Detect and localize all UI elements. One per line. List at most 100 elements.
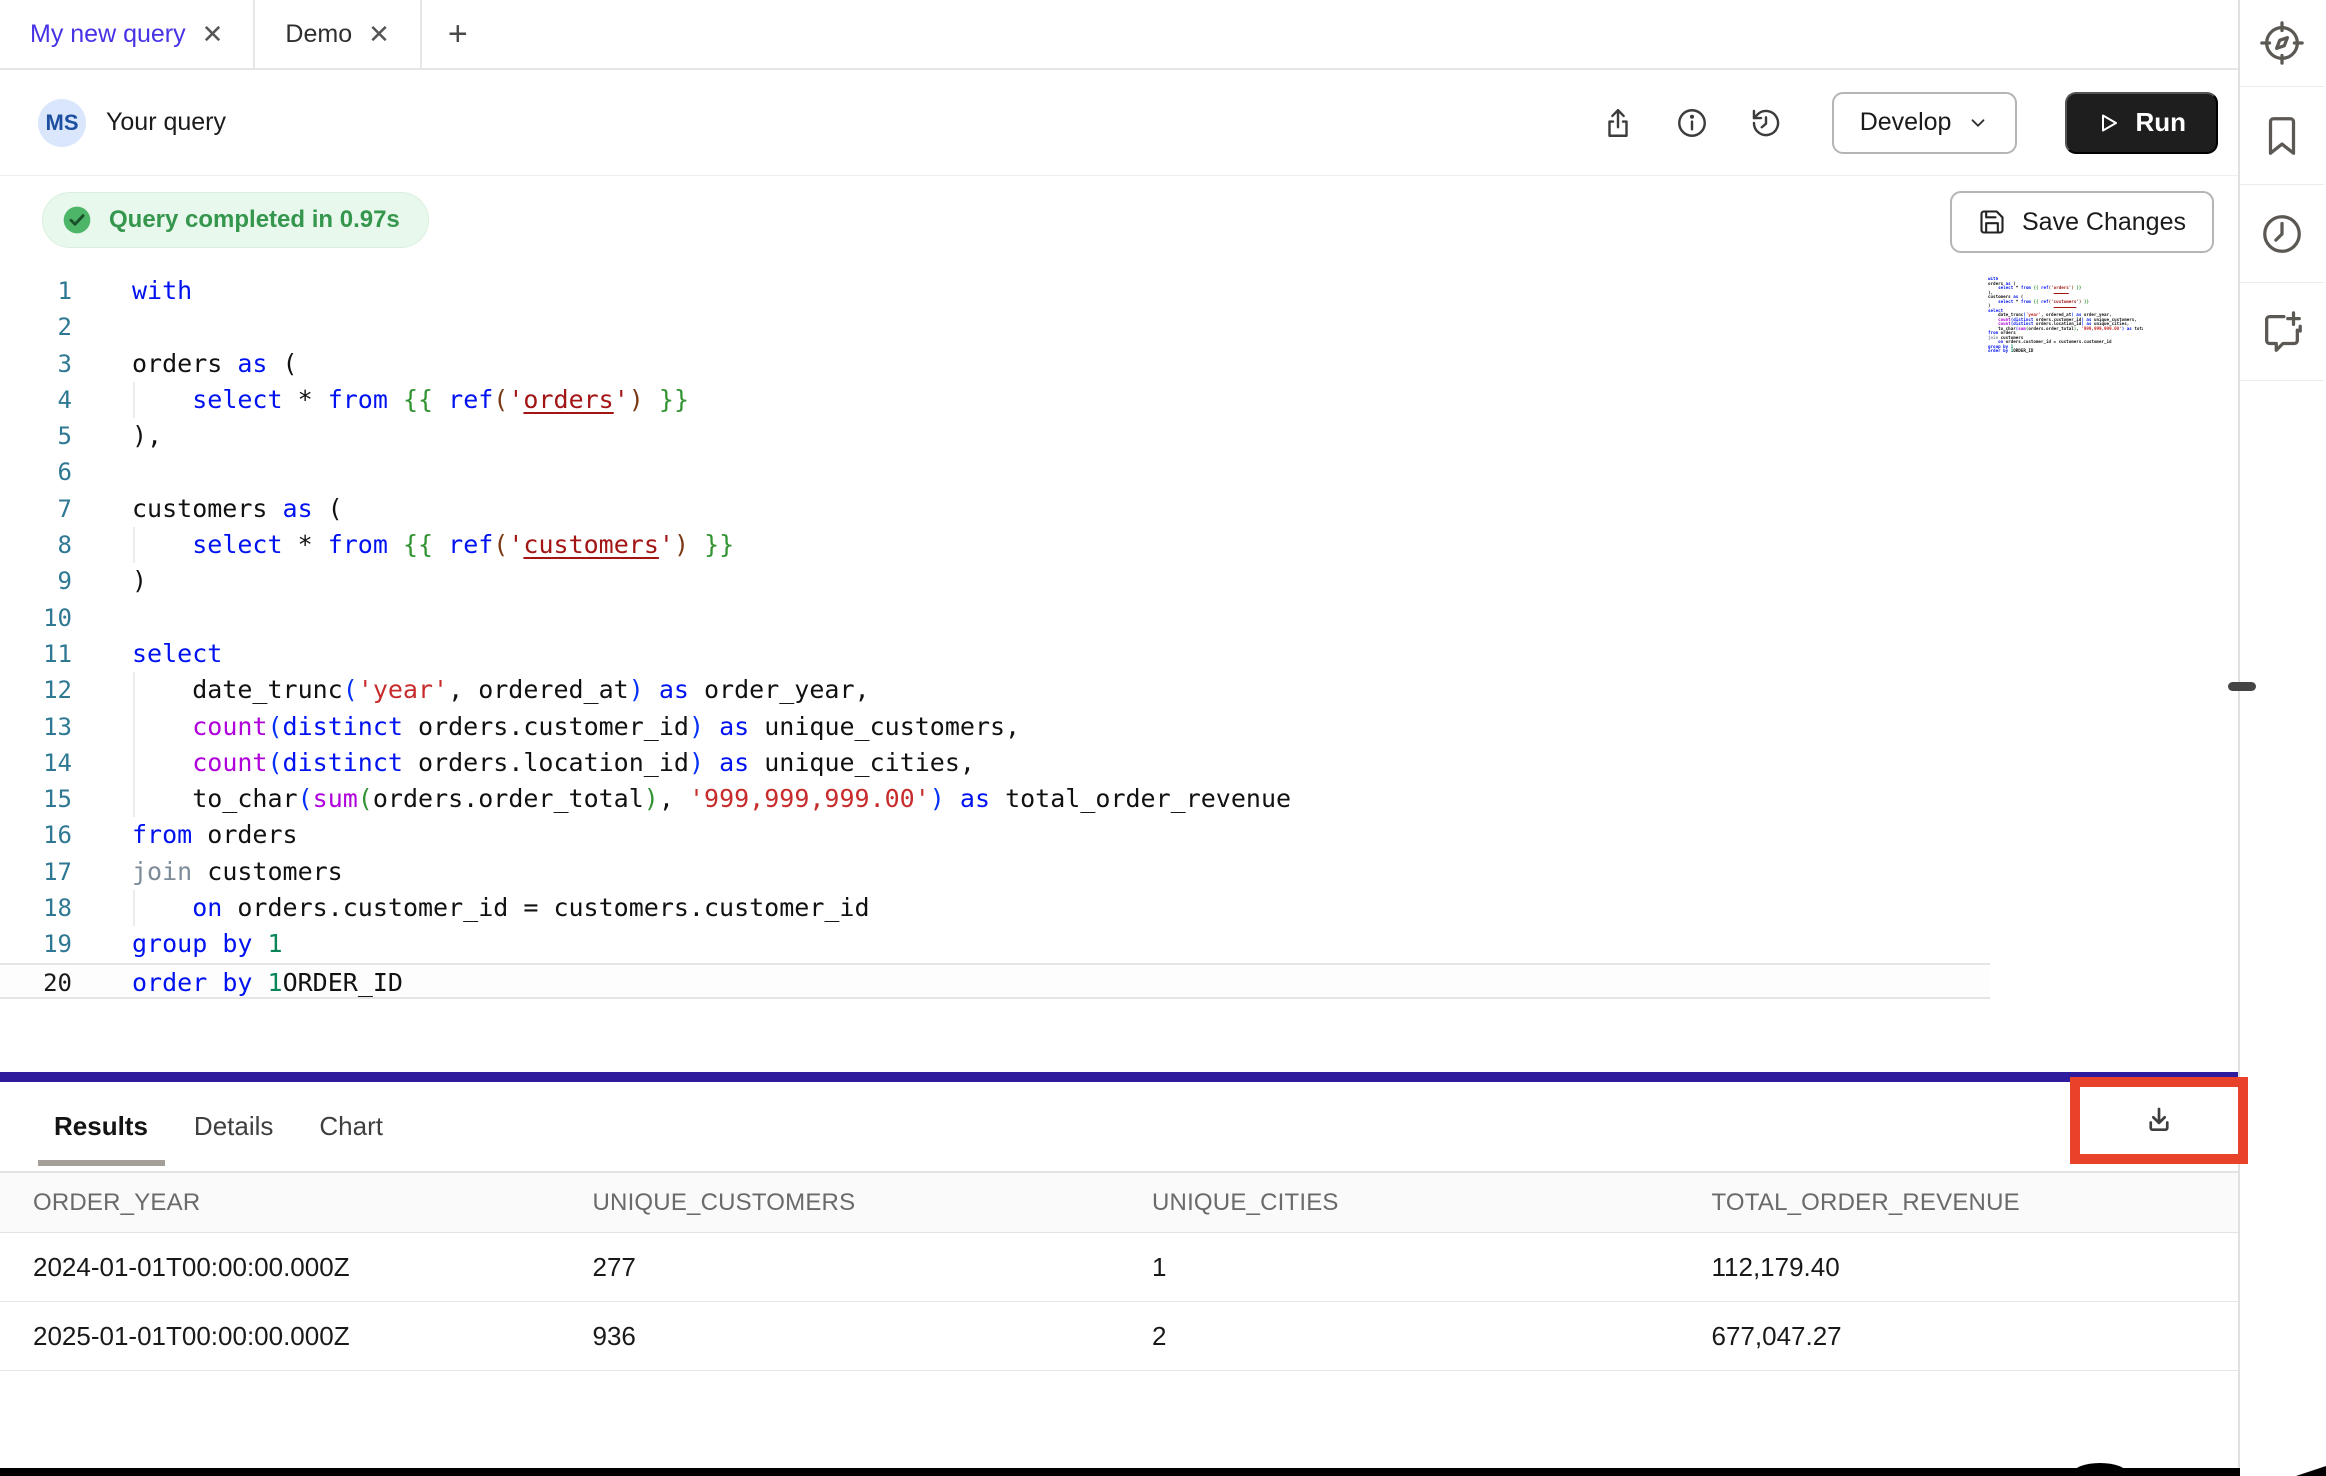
results-tab-bar: Results Details Chart [0, 1082, 2238, 1171]
token: count [192, 712, 267, 741]
run-button[interactable]: Run [2065, 92, 2218, 154]
line-number: 17 [0, 854, 96, 890]
code-text: customers as ( [96, 491, 343, 527]
token [132, 530, 192, 559]
token: ' [508, 530, 523, 559]
indent-guide [133, 527, 135, 563]
status-badge: Query completed in 0.97s [42, 192, 429, 248]
share-icon [1601, 106, 1635, 140]
code-line[interactable]: 20order by 1ORDER_ID [0, 963, 1990, 999]
token: select [192, 530, 282, 559]
code-line[interactable]: 3orders as ( [0, 346, 1990, 382]
tab-chart[interactable]: Chart [319, 1082, 383, 1171]
query-history-button[interactable] [2240, 185, 2324, 283]
code-text: ) [96, 563, 147, 599]
token: }} [704, 530, 734, 559]
code-line[interactable]: 15 to_char(sum(orders.order_total), '999… [0, 781, 1990, 817]
code-line[interactable]: 14 count(distinct orders.location_id) as… [0, 745, 1990, 781]
code-text: group by 1 [96, 926, 283, 962]
code-line[interactable]: 13 count(distinct orders.customer_id) as… [0, 709, 1990, 745]
annotation-highlight-box [2070, 1077, 2248, 1164]
close-icon[interactable]: ✕ [368, 21, 390, 47]
code-line[interactable]: 2 [0, 309, 1990, 345]
ai-assistant-button[interactable] [2240, 283, 2324, 381]
token: customers [523, 530, 658, 559]
info-button[interactable] [1670, 101, 1714, 145]
code-line[interactable]: 10 [0, 600, 1990, 636]
code-line[interactable]: 1with [0, 273, 1990, 309]
token [388, 385, 403, 414]
token [132, 893, 192, 922]
table-cell: 677,047.27 [1679, 1321, 2239, 1352]
minimap[interactable]: withorders as ( select * from {{ ref('or… [1988, 277, 2143, 397]
column-header[interactable]: ORDER_YEAR [0, 1189, 560, 1217]
code-text: to_char(sum(orders.order_total), '999,99… [96, 781, 1291, 817]
token: ) [644, 784, 659, 813]
token: {{ [403, 530, 433, 559]
tab-my-new-query[interactable]: My new query ✕ [0, 0, 255, 68]
results-header-row: ORDER_YEARUNIQUE_CUSTOMERSUNIQUE_CITIEST… [0, 1171, 2238, 1233]
line-number: 2 [0, 309, 96, 345]
column-header[interactable]: UNIQUE_CITIES [1119, 1189, 1679, 1217]
token: ) [132, 566, 147, 595]
code-line[interactable]: 6 [0, 454, 1990, 490]
table-cell: 2024-01-01T00:00:00.000Z [0, 1252, 560, 1283]
develop-dropdown[interactable]: Develop [1832, 92, 2018, 154]
code-line[interactable]: 17join customers [0, 854, 1990, 890]
code-editor[interactable]: 1with23orders as (4 select * from {{ ref… [0, 265, 2238, 1072]
code-text: count(distinct orders.customer_id) as un… [96, 709, 1020, 745]
token: distinct [283, 748, 403, 777]
tab-results[interactable]: Results [54, 1082, 148, 1171]
tab-label: Demo [285, 20, 352, 49]
code-line[interactable]: 12 date_trunc('year', ordered_at) as ord… [0, 672, 1990, 708]
line-number: 8 [0, 527, 96, 563]
minimap-line: order by 1ORDER_ID [1988, 349, 2143, 354]
token: as [960, 784, 990, 813]
token: * [283, 385, 328, 414]
share-button[interactable] [1596, 101, 1640, 145]
download-icon [2141, 1103, 2177, 1139]
line-number: 5 [0, 418, 96, 454]
token: to_char [132, 784, 298, 813]
save-changes-button[interactable]: Save Changes [1950, 191, 2214, 253]
new-tab-button[interactable]: + [422, 0, 494, 68]
indent-guide [133, 781, 135, 817]
table-row[interactable]: 2024-01-01T00:00:00.000Z2771112,179.40 [0, 1233, 2238, 1302]
code-line[interactable]: 8 select * from {{ ref('customers') }} [0, 527, 1990, 563]
token: ( [267, 712, 282, 741]
table-cell: 936 [560, 1321, 1120, 1352]
line-number: 1 [0, 273, 96, 309]
table-cell: 2 [1119, 1321, 1679, 1352]
code-line[interactable]: 7customers as ( [0, 491, 1990, 527]
tab-details[interactable]: Details [194, 1082, 273, 1171]
token: from [132, 820, 192, 849]
token: total_order_revenue [990, 784, 1291, 813]
code-line[interactable]: 4 select * from {{ ref('orders') }} [0, 382, 1990, 418]
history-button[interactable] [1744, 101, 1788, 145]
column-header[interactable]: TOTAL_ORDER_REVENUE [1679, 1189, 2239, 1217]
line-number: 4 [0, 382, 96, 418]
code-line[interactable]: 9) [0, 563, 1990, 599]
panel-divider[interactable] [0, 1072, 2238, 1082]
code-line[interactable]: 18 on orders.customer_id = customers.cus… [0, 890, 1990, 926]
table-row[interactable]: 2025-01-01T00:00:00.000Z9362677,047.27 [0, 1302, 2238, 1371]
bookmarks-button[interactable] [2240, 87, 2324, 185]
download-button[interactable] [2141, 1103, 2177, 1139]
code-line[interactable]: 19group by 1 [0, 926, 1990, 962]
token [132, 385, 192, 414]
code-text: select [96, 636, 222, 672]
token [704, 712, 719, 741]
code-line[interactable]: 5), [0, 418, 1990, 454]
token: ' [614, 385, 629, 414]
explore-button[interactable] [2240, 0, 2324, 87]
code-line[interactable]: 11select [0, 636, 1990, 672]
column-header[interactable]: UNIQUE_CUSTOMERS [560, 1189, 1120, 1217]
close-icon[interactable]: ✕ [202, 21, 224, 47]
code-line[interactable]: 16from orders [0, 817, 1990, 853]
tab-demo[interactable]: Demo ✕ [255, 0, 421, 68]
scrollbar-handle[interactable] [2228, 682, 2256, 691]
status-row: Query completed in 0.97s Save Changes [0, 176, 2238, 265]
token: group [132, 929, 207, 958]
code-text: select * from {{ ref('orders') }} [96, 382, 689, 418]
token: as [283, 494, 313, 523]
